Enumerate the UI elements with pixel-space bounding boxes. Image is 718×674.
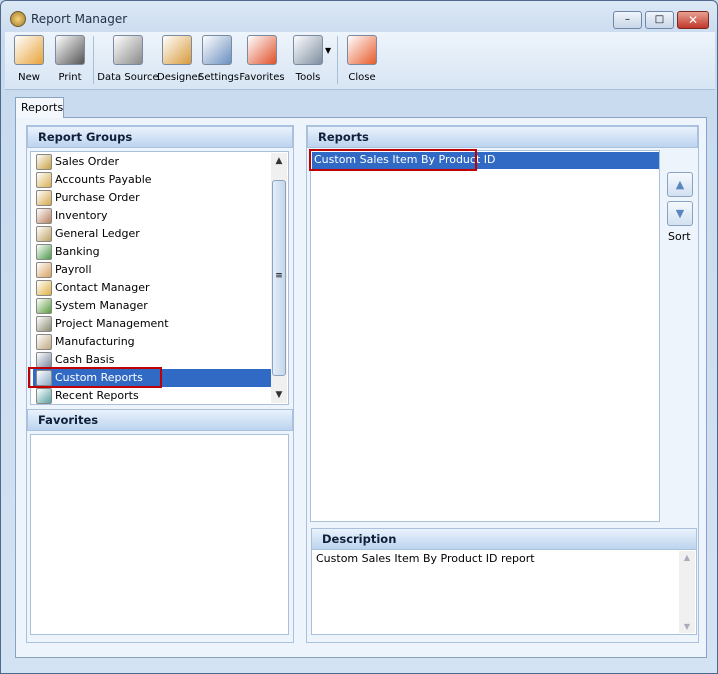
favorites-heart-icon: [247, 35, 277, 65]
report-group-recent-reports[interactable]: Recent Reports: [33, 387, 271, 405]
report-group-project-management[interactable]: Project Management: [33, 315, 271, 333]
scroll-up-arrow-icon[interactable]: ▲: [679, 553, 695, 562]
app-icon: [10, 11, 26, 27]
project-management-icon: [36, 316, 52, 332]
maximize-button[interactable]: □: [645, 11, 674, 29]
report-group-purchase-order[interactable]: Purchase Order: [33, 189, 271, 207]
toolbar-close-button[interactable]: Close: [343, 32, 381, 90]
report-manager-window: Report Manager – □ ✕ New Print Data Source…: [0, 0, 718, 674]
system-manager-icon: [36, 298, 52, 314]
report-group-label: Cash Basis: [55, 353, 115, 366]
scroll-down-arrow-icon[interactable]: ▼: [271, 387, 287, 403]
scroll-thumb[interactable]: ≡: [272, 180, 286, 376]
toolbar-separator: [337, 36, 338, 84]
manufacturing-icon: [36, 334, 52, 350]
report-group-inventory[interactable]: Inventory: [33, 207, 271, 225]
description-text: Custom Sales Item By Product ID report: [316, 552, 535, 565]
tools-icon: [293, 35, 323, 65]
accounts-payable-icon: [36, 172, 52, 188]
triangle-down-icon: ▼: [675, 207, 685, 220]
right-pane: Reports Custom Sales Item By Product ID …: [306, 125, 699, 643]
designer-ruler-icon: [162, 35, 192, 65]
report-group-label: Recent Reports: [55, 389, 139, 402]
report-group-label: Banking: [55, 245, 100, 258]
report-group-label: Accounts Payable: [55, 173, 152, 186]
report-group-label: Inventory: [55, 209, 108, 222]
favorites-header: Favorites: [27, 409, 293, 431]
sort-down-button[interactable]: ▼: [667, 201, 693, 226]
cash-basis-icon: [36, 352, 52, 368]
toolbar-label: Tools: [295, 72, 321, 83]
description-header: Description: [311, 528, 697, 550]
banking-icon: [36, 244, 52, 260]
report-group-sales-order[interactable]: Sales Order: [33, 153, 271, 171]
tab-reports[interactable]: Reports: [15, 97, 64, 118]
report-group-contact-manager[interactable]: Contact Manager: [33, 279, 271, 297]
toolbar-designer-button[interactable]: Designer: [157, 32, 202, 90]
report-group-general-ledger[interactable]: General Ledger: [33, 225, 271, 243]
reports-tab-panel: Report Groups ▲ ≡ ▼ Sales Order Accounts …: [15, 117, 707, 658]
report-groups-header: Report Groups: [27, 126, 293, 148]
inventory-icon: [36, 208, 52, 224]
toolbar-print-button[interactable]: Print: [50, 32, 90, 90]
groups-scrollbar[interactable]: ▲ ≡ ▼: [271, 153, 287, 403]
toolbar-separator: [93, 36, 94, 84]
contact-manager-icon: [36, 280, 52, 296]
report-groups-list[interactable]: ▲ ≡ ▼ Sales Order Accounts Payable Purchas…: [28, 151, 289, 405]
scroll-down-arrow-icon[interactable]: ▼: [679, 622, 695, 631]
description-box[interactable]: Custom Sales Item By Product ID report ▲…: [311, 549, 697, 635]
toolbar-tools-button[interactable]: Tools: [286, 32, 330, 90]
report-group-label: Sales Order: [55, 155, 120, 168]
purchase-order-icon: [36, 190, 52, 206]
payroll-icon: [36, 262, 52, 278]
toolbar-settings-button[interactable]: Settings: [198, 32, 240, 90]
tools-dropdown-arrow-icon[interactable]: ▼: [325, 46, 331, 55]
report-group-label: Contact Manager: [55, 281, 150, 294]
report-group-manufacturing[interactable]: Manufacturing: [33, 333, 271, 351]
toolbar-label: New: [18, 72, 40, 83]
new-report-icon: [14, 35, 44, 65]
reports-header: Reports: [307, 126, 698, 148]
toolbar-favorites-button[interactable]: Favorites: [238, 32, 286, 90]
printer-icon: [55, 35, 85, 65]
database-icon: [113, 35, 143, 65]
report-group-label: System Manager: [55, 299, 148, 312]
left-pane: Report Groups ▲ ≡ ▼ Sales Order Accounts …: [26, 125, 294, 643]
close-window-icon: [347, 35, 377, 65]
report-group-label: Purchase Order: [55, 191, 140, 204]
highlight-box: [28, 367, 162, 388]
toolbar-data-source-button[interactable]: Data Source: [97, 32, 159, 90]
toolbar-label: Favorites: [239, 72, 285, 83]
minimize-button[interactable]: –: [613, 11, 642, 29]
sort-up-button[interactable]: ▲: [667, 172, 693, 197]
sort-label: Sort: [668, 230, 691, 243]
report-group-system-manager[interactable]: System Manager: [33, 297, 271, 315]
sales-order-icon: [36, 154, 52, 170]
triangle-up-icon: ▲: [675, 178, 685, 191]
report-group-banking[interactable]: Banking: [33, 243, 271, 261]
toolbar: New Print Data Source Designer Settings Favor…: [5, 32, 715, 90]
recent-reports-icon: [36, 388, 52, 404]
toolbar-label: Print: [58, 72, 82, 83]
settings-sliders-icon: [202, 35, 232, 65]
description-scrollbar[interactable]: ▲ ▼: [679, 551, 695, 633]
scroll-up-arrow-icon[interactable]: ▲: [271, 153, 287, 169]
toolbar-label: Settings: [198, 72, 240, 83]
general-ledger-icon: [36, 226, 52, 242]
report-group-accounts-payable[interactable]: Accounts Payable: [33, 171, 271, 189]
reports-list[interactable]: Custom Sales Item By Product ID: [309, 149, 660, 522]
toolbar-new-button[interactable]: New: [11, 32, 47, 90]
toolbar-label: Data Source: [97, 72, 159, 83]
toolbar-label: Designer: [157, 72, 202, 83]
toolbar-label: Close: [348, 72, 376, 83]
favorites-list[interactable]: [30, 434, 289, 635]
report-group-label: Project Management: [55, 317, 169, 330]
report-group-label: Payroll: [55, 263, 92, 276]
report-group-label: Manufacturing: [55, 335, 135, 348]
close-button[interactable]: ✕: [677, 11, 709, 29]
window-title: Report Manager: [31, 12, 128, 26]
report-group-label: General Ledger: [55, 227, 140, 240]
highlight-box: [309, 149, 477, 171]
report-group-payroll[interactable]: Payroll: [33, 261, 271, 279]
